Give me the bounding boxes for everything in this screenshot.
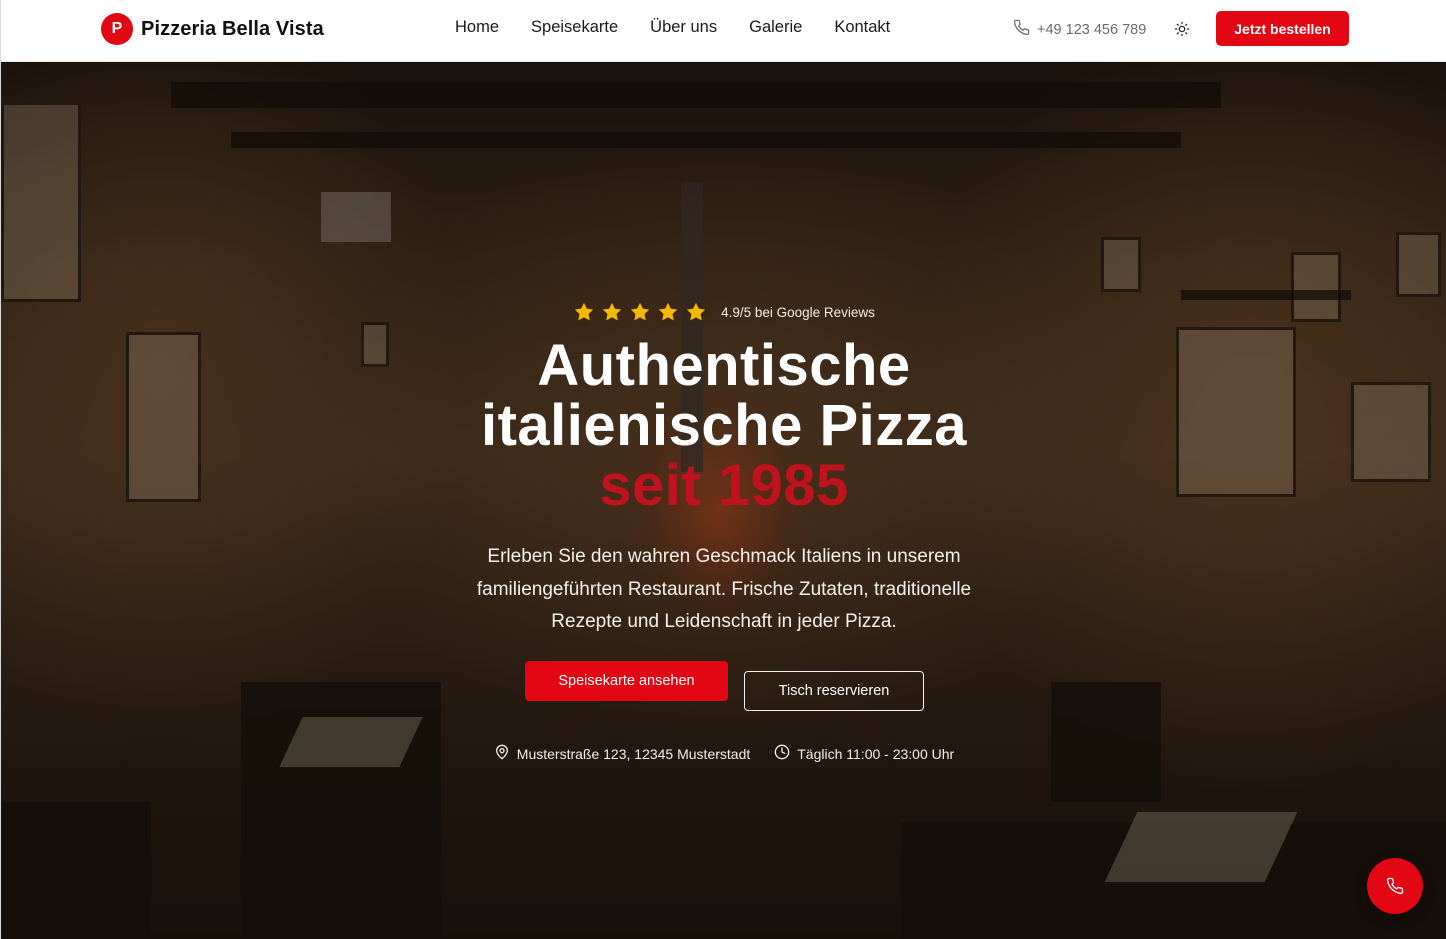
- address-info: Musterstraße 123, 12345 Musterstadt: [494, 744, 750, 763]
- headline-line-1: Authentische: [537, 333, 911, 398]
- rating-text: 4.9/5 bei Google Reviews: [721, 304, 875, 320]
- nav-ueber-uns[interactable]: Über uns: [650, 18, 717, 37]
- hero-headline: Authentische italienische Pizza seit 198…: [1, 336, 1446, 516]
- nav-kontakt[interactable]: Kontakt: [834, 18, 890, 37]
- hero-section: 4.9/5 bei Google Reviews Authentische it…: [0, 62, 1446, 939]
- headline-accent: seit 1985: [599, 453, 849, 518]
- rating-stars: [573, 301, 707, 323]
- info-row: Musterstraße 123, 12345 Musterstadt Tägl…: [1, 744, 1446, 763]
- nav-home[interactable]: Home: [455, 18, 499, 37]
- map-pin-icon: [494, 744, 510, 763]
- brand-name: Pizzeria Bella Vista: [141, 17, 324, 40]
- call-fab-button[interactable]: [1367, 858, 1423, 914]
- hours-info: Täglich 11:00 - 23:00 Uhr: [774, 744, 954, 763]
- site-header: P Pizzeria Bella Vista Home Speisekarte …: [0, 0, 1446, 62]
- brand-logo[interactable]: P Pizzeria Bella Vista: [101, 13, 324, 45]
- header-phone[interactable]: +49 123 456 789: [1013, 19, 1146, 40]
- nav-speisekarte[interactable]: Speisekarte: [531, 18, 618, 37]
- sun-icon: [1174, 21, 1190, 37]
- star-icon: [602, 302, 622, 321]
- view-menu-button[interactable]: Speisekarte ansehen: [525, 661, 728, 701]
- hero-subtitle: Erleben Sie den wahren Geschmack Italien…: [476, 546, 972, 632]
- logo-badge: P: [101, 13, 133, 45]
- rating-row: 4.9/5 bei Google Reviews: [1, 301, 1446, 323]
- phone-number: +49 123 456 789: [1037, 21, 1147, 38]
- hours-text: Täglich 11:00 - 23:00 Uhr: [797, 745, 955, 762]
- order-now-button[interactable]: Jetzt bestellen: [1216, 11, 1349, 46]
- address-text: Musterstraße 123, 12345 Musterstadt: [516, 745, 751, 762]
- headline-line-2: italienische Pizza: [480, 393, 968, 458]
- star-icon: [574, 302, 594, 321]
- star-icon: [630, 302, 650, 321]
- clock-icon: [774, 744, 790, 763]
- star-icon: [686, 302, 706, 321]
- phone-icon: [1013, 19, 1030, 40]
- phone-icon: [1386, 877, 1404, 895]
- nav-galerie[interactable]: Galerie: [749, 18, 802, 37]
- star-icon: [658, 302, 678, 321]
- theme-toggle[interactable]: [1171, 18, 1193, 40]
- reserve-table-button[interactable]: Tisch reservieren: [744, 671, 924, 711]
- main-nav: Home Speisekarte Über uns Galerie Kontak…: [455, 18, 890, 37]
